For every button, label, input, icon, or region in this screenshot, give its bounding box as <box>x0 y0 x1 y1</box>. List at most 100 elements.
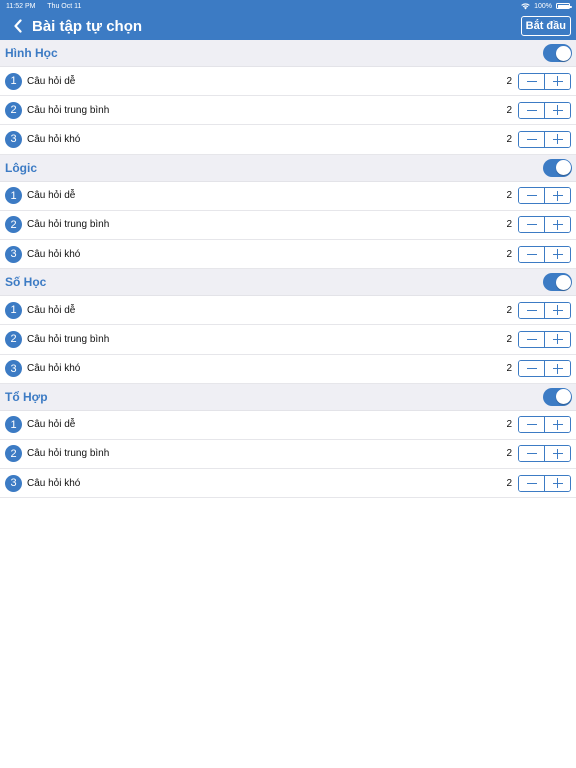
list-item: 1 Câu hỏi dễ 2 <box>0 67 576 97</box>
question-count: 2 <box>506 363 512 375</box>
toggle-knob <box>555 389 571 405</box>
quantity-stepper <box>518 301 571 319</box>
question-count: 2 <box>506 75 512 87</box>
list-item: 2 Câu hỏi trung bình 2 <box>0 325 576 355</box>
increment-button[interactable] <box>545 475 570 491</box>
section-header: Số Học <box>0 269 576 297</box>
quantity-stepper <box>518 72 571 90</box>
minus-icon <box>526 424 537 426</box>
nav-bar: Bài tập tự chọn Bắt đầu <box>0 12 576 40</box>
plus-icon <box>552 478 563 489</box>
back-button[interactable] <box>8 14 28 38</box>
number-badge: 3 <box>5 360 22 378</box>
increment-button[interactable] <box>545 131 570 147</box>
increment-button[interactable] <box>545 361 570 377</box>
decrement-button[interactable] <box>519 302 545 318</box>
decrement-button[interactable] <box>519 331 545 347</box>
list-item: 2 Câu hỏi trung bình 2 <box>0 439 576 470</box>
increment-button[interactable] <box>545 102 570 118</box>
toggle-knob <box>555 274 571 290</box>
decrement-button[interactable] <box>519 446 545 462</box>
decrement-button[interactable] <box>519 361 545 377</box>
question-count: 2 <box>506 448 512 460</box>
plus-icon <box>552 305 563 316</box>
quantity-stepper <box>518 187 571 205</box>
quantity-stepper <box>518 360 571 378</box>
increment-button[interactable] <box>545 188 570 204</box>
list-item: 1 Câu hỏi dễ 2 <box>0 181 576 211</box>
section-title: Hình Học <box>5 46 58 60</box>
increment-button[interactable] <box>545 302 570 318</box>
question-level-label: Câu hỏi khó <box>27 133 81 145</box>
question-level-label: Câu hỏi khó <box>27 363 81 375</box>
question-level-label: Câu hỏi trung bình <box>27 219 110 231</box>
decrement-button[interactable] <box>519 102 545 118</box>
number-badge: 2 <box>5 101 22 119</box>
minus-icon <box>526 309 537 311</box>
question-count: 2 <box>506 304 512 316</box>
quantity-stepper <box>518 130 571 148</box>
increment-button[interactable] <box>545 331 570 347</box>
status-time: 11:52 PM <box>6 2 36 10</box>
quantity-stepper <box>518 474 571 492</box>
wifi-icon <box>521 2 530 9</box>
minus-icon <box>526 224 537 226</box>
minus-icon <box>526 195 537 197</box>
increment-button[interactable] <box>545 446 570 462</box>
increment-button[interactable] <box>545 417 570 433</box>
section-header: Hình Học <box>0 40 576 67</box>
plus-icon <box>552 105 563 116</box>
section-title: Số Học <box>5 275 47 290</box>
minus-icon <box>526 253 537 255</box>
decrement-button[interactable] <box>519 475 545 491</box>
increment-button[interactable] <box>545 246 570 262</box>
number-badge: 3 <box>5 474 22 492</box>
minus-icon <box>526 453 537 455</box>
plus-icon <box>552 448 563 459</box>
list-item: 1 Câu hỏi dễ 2 <box>0 296 576 326</box>
start-button[interactable]: Bắt đầu <box>520 16 571 36</box>
number-badge: 1 <box>5 72 22 90</box>
question-count: 2 <box>506 219 512 231</box>
list-item: 3 Câu hỏi khó 2 <box>0 125 576 155</box>
plus-icon <box>552 334 563 345</box>
section-toggle[interactable] <box>543 273 572 292</box>
decrement-button[interactable] <box>519 417 545 433</box>
question-level-label: Câu hỏi dễ <box>27 75 76 87</box>
increment-button[interactable] <box>545 217 570 233</box>
question-count: 2 <box>506 248 512 260</box>
battery-icon <box>556 3 572 9</box>
page-title: Bài tập tự chọn <box>32 17 143 35</box>
quantity-stepper <box>518 330 571 348</box>
question-level-label: Câu hỏi trung bình <box>27 104 110 116</box>
status-bar: 11:52 PM Thu Oct 11 100% <box>0 0 576 12</box>
battery-percent: 100% <box>534 2 552 10</box>
plus-icon <box>552 363 563 374</box>
quantity-stepper <box>518 445 571 463</box>
section-toggle[interactable] <box>543 44 572 62</box>
decrement-button[interactable] <box>519 188 545 204</box>
minus-icon <box>526 109 537 111</box>
number-badge: 3 <box>5 130 22 148</box>
decrement-button[interactable] <box>519 246 545 262</box>
minus-icon <box>526 482 537 484</box>
number-badge: 1 <box>5 416 22 434</box>
number-badge: 3 <box>5 245 22 263</box>
number-badge: 2 <box>5 330 22 348</box>
list-item: 3 Câu hỏi khó 2 <box>0 239 576 270</box>
question-level-label: Câu hỏi khó <box>27 248 81 260</box>
minus-icon <box>526 80 537 82</box>
increment-button[interactable] <box>545 73 570 89</box>
number-badge: 2 <box>5 216 22 234</box>
section-toggle[interactable] <box>543 158 572 177</box>
section-toggle[interactable] <box>543 387 572 406</box>
plus-icon <box>552 134 563 145</box>
decrement-button[interactable] <box>519 73 545 89</box>
plus-icon <box>552 219 563 230</box>
plus-icon <box>552 190 563 201</box>
decrement-button[interactable] <box>519 131 545 147</box>
question-level-label: Câu hỏi trung bình <box>27 333 110 345</box>
decrement-button[interactable] <box>519 217 545 233</box>
minus-icon <box>526 138 537 140</box>
number-badge: 2 <box>5 445 22 463</box>
